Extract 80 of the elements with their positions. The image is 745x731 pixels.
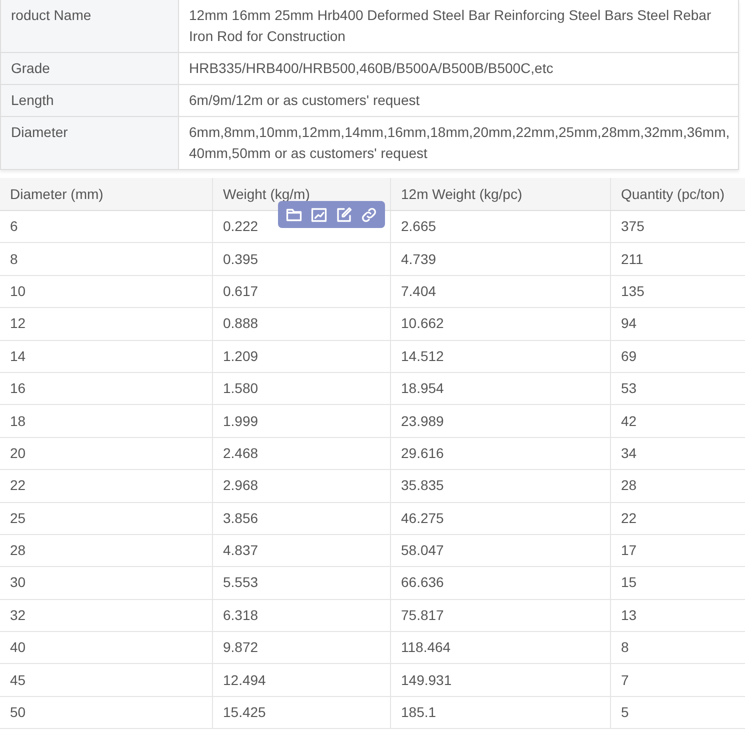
table-cell-text: 9.872 [223, 638, 258, 658]
table-cell: Diameter [11, 124, 68, 140]
table-cell-text: 18.954 [401, 379, 444, 398]
link-icon [360, 206, 378, 224]
table-cell-text: 53 [621, 379, 637, 398]
table-cell-text: 2.468 [223, 444, 258, 463]
table-cell-text: 10.662 [401, 314, 444, 334]
table-cell-text: 15 [621, 573, 637, 592]
table-cell-text: 211 [621, 250, 644, 269]
table-cell-text: 6.318 [223, 606, 258, 625]
table-cell-text: 135 [621, 282, 644, 301]
table-cell-text: 75.817 [401, 606, 444, 625]
table-cell: 12mm 16mm 25mm Hrb400 Deformed Steel Bar Reinforcing Steel Bars Steel Rebar Iron Rod for Construction [189, 7, 712, 44]
column-header: Weight (kg/m) [223, 184, 310, 204]
table-cell-text: 58.047 [401, 541, 444, 560]
table-cell-text: 18 [10, 412, 26, 431]
table-cell-text: 8 [10, 250, 18, 269]
table-cell-text: 28 [621, 476, 637, 496]
chart-icon [310, 206, 328, 224]
table-cell-text: 7.404 [401, 282, 436, 301]
table-cell-text: 1.209 [223, 346, 258, 366]
table-cell-text: 4.837 [223, 541, 258, 560]
table-cell-text: 0.617 [223, 282, 258, 301]
table-cell-text: 1.580 [223, 379, 258, 398]
table-cell-text: 40 [10, 638, 26, 658]
table-cell-text: 6 [10, 217, 18, 236]
toolbar-button[interactable] [334, 204, 354, 224]
table-cell-text: 30 [10, 573, 26, 592]
table-cell-text: 25 [10, 508, 26, 528]
table-cell-text: 4.739 [401, 250, 436, 269]
column-header: Quantity (pc/ton) [621, 184, 724, 204]
table-cell-text: 0.395 [223, 250, 258, 269]
table-cell-text: 20 [10, 444, 26, 463]
table-cell-text: 12.494 [223, 670, 266, 690]
table-cell-text: 7 [621, 670, 629, 690]
table-cell-text: 16 [10, 379, 26, 398]
table-cell-text: 1.999 [223, 412, 258, 431]
table-cell: Length [11, 92, 54, 108]
table-cell-text: 5 [621, 703, 629, 722]
table-cell-text: 32 [10, 606, 26, 625]
table-cell: Grade [11, 60, 50, 76]
table-cell-text: 3.856 [223, 508, 258, 528]
column-header: 12m Weight (kg/pc) [401, 184, 522, 204]
table-cell-text: 375 [621, 217, 644, 236]
table-cell: HRB335/HRB400/HRB500,460B/B500A/B500B/B500C,etc [189, 60, 554, 76]
table-cell-text: 2.665 [401, 217, 436, 236]
edit-icon [335, 206, 353, 224]
table-cell: 6mm,8mm,10mm,12mm,14mm,16mm,18mm,20mm,22mm,25mm,28mm,32mm,36mm, 40mm,50mm or as customers' request [189, 124, 730, 161]
table-cell-text: 2.968 [223, 476, 258, 496]
table-cell-text: 12 [10, 314, 26, 334]
table-cell-text: 22 [621, 508, 637, 528]
table-cell-text: 46.275 [401, 508, 444, 528]
table-cell: roduct Name [11, 7, 92, 23]
table-cell-text: 5.553 [223, 573, 258, 592]
table-cell-text: 29.616 [401, 444, 444, 463]
table-cell-text: 42 [621, 412, 637, 431]
table-cell-text: 94 [621, 314, 637, 334]
table-cell-text: 118.464 [401, 638, 451, 658]
table-cell-text: 69 [621, 346, 637, 366]
table-cell-text: 14 [10, 346, 26, 366]
table-cell-text: 34 [621, 444, 637, 463]
table-cell-text: 35.835 [401, 476, 444, 496]
table-cell-text: 45 [10, 670, 26, 690]
table-cell-text: 22 [10, 476, 26, 496]
table-cell-text: 8 [621, 638, 629, 658]
table-cell-text: 66.636 [401, 573, 444, 592]
table-cell-text: 15.425 [223, 703, 266, 722]
table-cell-text: 14.512 [401, 346, 444, 366]
table-cell-text: 23.989 [401, 412, 444, 431]
table-cell-text: 28 [10, 541, 26, 560]
table-cell-text: 50 [10, 703, 26, 722]
table-cell-text: 0.222 [223, 217, 258, 236]
column-header: Diameter (mm) [10, 184, 104, 204]
table-cell-text: 17 [621, 541, 637, 560]
table-cell-text: 149.931 [401, 670, 452, 690]
table-cell: 6m/9m/12m or as customers' request [189, 92, 420, 108]
table-cell-text: 13 [621, 606, 637, 625]
table-cell-text: 10 [10, 282, 26, 301]
table-cell-text: 185.1 [401, 703, 436, 722]
table-cell-text: 0.888 [223, 314, 258, 334]
